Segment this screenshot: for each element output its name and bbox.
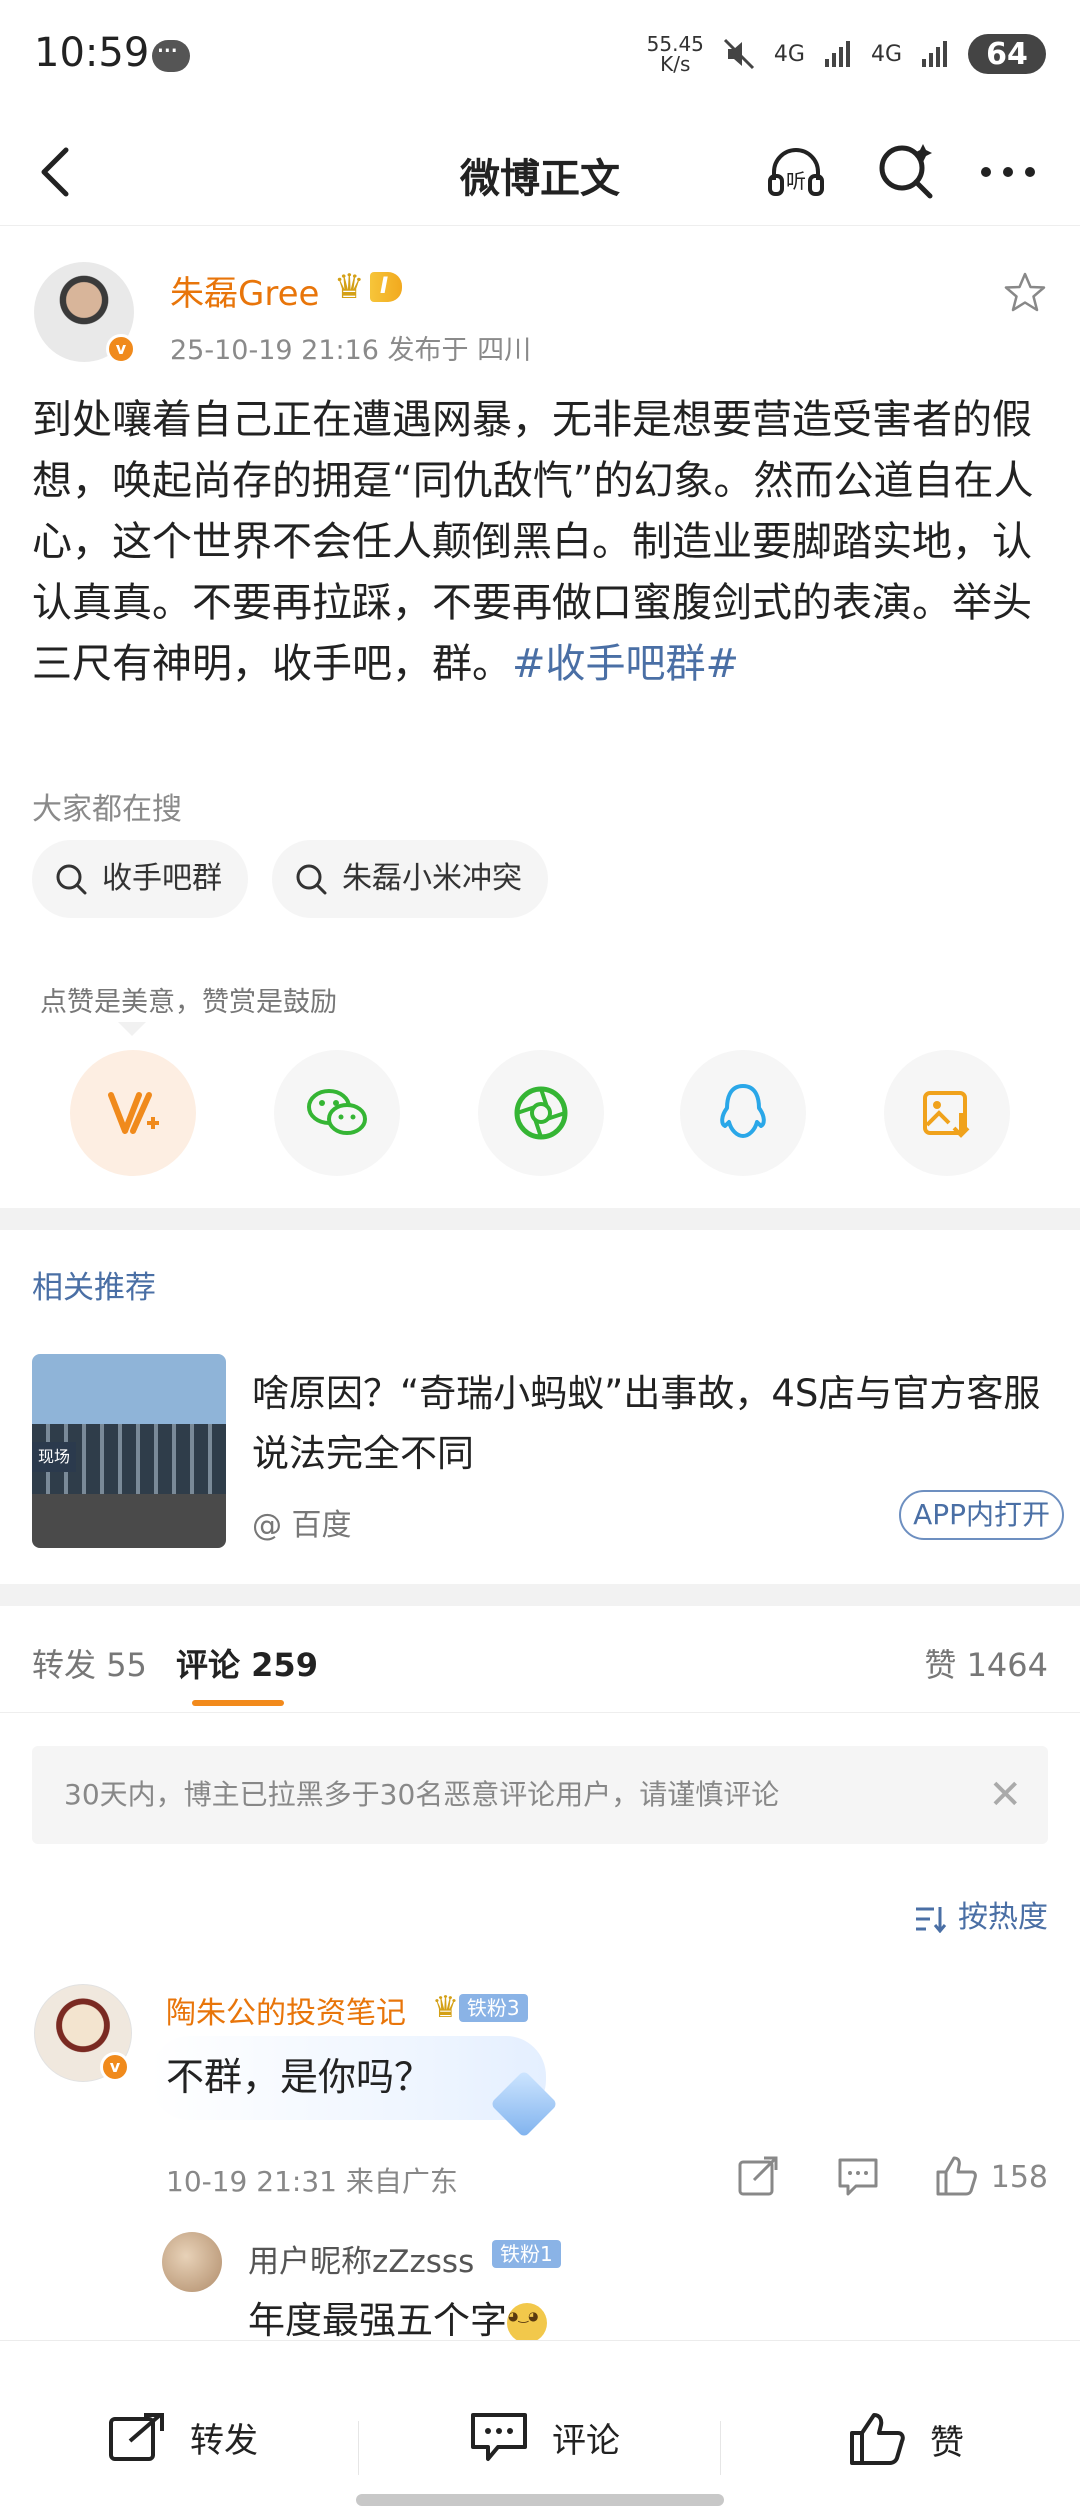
save-image-button[interactable] <box>884 1050 1010 1176</box>
comment-icon <box>471 2413 527 2461</box>
comment-like-count: 158 <box>990 2160 1048 2195</box>
comment-meta: 10-19 21:31 来自广东 <box>166 2165 458 2198</box>
share-wechat-button[interactable] <box>274 1050 400 1176</box>
post-content: 到处嚷着自己正在遭遇网暴，无非是想要营造受害者的假想，唤起尚存的拥趸“同仇敌忾”… <box>32 390 1042 695</box>
reply-text[interactable]: 年度最强五个字 <box>248 2290 547 2344</box>
bottom-separator <box>358 2421 359 2475</box>
verified-badge-icon: v <box>106 334 136 364</box>
signal-bars-2-icon <box>922 41 947 67</box>
tab-likes[interactable]: 赞 1464 <box>924 1640 1048 1686</box>
signal-1-label: 4G <box>773 41 805 67</box>
listen-headphones-icon[interactable]: 听 <box>764 140 828 204</box>
verified-badge-icon: v <box>100 2052 130 2082</box>
like-comment-icon[interactable] <box>934 2154 978 2198</box>
member-level-badge[interactable]: ♛ I <box>334 268 403 306</box>
search-chip-label: 朱磊小米冲突 <box>342 861 522 896</box>
reply-comment-icon[interactable] <box>836 2154 880 2198</box>
top-nav-bar: 微博正文 听 <box>0 118 1080 226</box>
moments-icon <box>514 1086 568 1140</box>
hashtag-link[interactable]: #收手吧群# <box>512 641 739 687</box>
home-indicator[interactable] <box>356 2494 724 2506</box>
share-comment-icon[interactable] <box>736 2154 780 2198</box>
svg-text:听: 听 <box>786 169 806 193</box>
share-moments-button[interactable] <box>478 1050 604 1176</box>
close-icon[interactable]: ✕ <box>988 1746 1022 1844</box>
search-chip-label: 收手吧群 <box>102 861 222 896</box>
mute-icon <box>723 38 754 70</box>
net-speed: 55.45 K/s <box>646 32 704 76</box>
like-label: 赞 <box>930 2422 964 2463</box>
fan-badge[interactable]: ♛ 铁粉3 <box>432 1990 528 2025</box>
section-divider <box>0 1208 1080 1230</box>
battery-indicator: 64 <box>968 34 1046 74</box>
qq-icon <box>720 1084 766 1138</box>
bottom-action-bar: 转发 评论 赞 <box>0 2340 1080 2520</box>
search-chip-1[interactable]: 收手吧群 <box>32 840 248 918</box>
status-time: 10:59 <box>34 30 150 76</box>
search-icon <box>296 864 327 895</box>
comment-text[interactable]: 不群，是你吗？ <box>166 2046 432 2101</box>
related-source: @ 百度 <box>252 1508 352 1543</box>
tab-repost[interactable]: 转发 55 <box>32 1640 147 1686</box>
signal-bars-1-icon <box>824 41 850 67</box>
sort-by-hot-button[interactable]: 按热度 <box>914 1892 1048 1936</box>
repost-label: 转发 <box>190 2420 258 2461</box>
fan-badge-text: 铁粉3 <box>458 1993 528 2022</box>
tab-divider <box>0 1712 1080 1713</box>
tab-comments[interactable]: 评论 259 <box>176 1640 318 1686</box>
share-row <box>0 1050 1080 1180</box>
search-chip-2[interactable]: 朱磊小米冲突 <box>272 840 548 918</box>
author-name[interactable]: 朱磊Gree <box>170 266 319 315</box>
related-headline[interactable]: 啥原因？“奇瑞小蚂蚁”出事故，4S店与官方客服说法完全不同 <box>252 1364 1062 1484</box>
wechat-icon <box>307 1089 367 1135</box>
notice-text: 30天内，博主已拉黑多于30名恶意评论用户，请谨慎评论 <box>64 1778 780 1811</box>
signal-2-label: 4G <box>870 41 902 67</box>
reply-avatar[interactable] <box>162 2232 222 2292</box>
bottom-separator <box>720 2421 721 2475</box>
comment-notice: 30天内，博主已拉黑多于30名恶意评论用户，请谨慎评论 ✕ <box>32 1746 1048 1844</box>
save-image-icon <box>923 1091 970 1138</box>
search-icon <box>56 864 87 895</box>
doge-emoji-icon <box>507 2302 547 2343</box>
like-button[interactable]: 赞 <box>848 2411 964 2467</box>
favorite-star-icon[interactable] <box>1002 270 1048 316</box>
active-tab-indicator <box>192 1700 284 1706</box>
crown-icon: ♛ <box>432 1990 459 2025</box>
battery-level: 64 <box>986 36 1028 72</box>
commenter-name[interactable]: 陶朱公的投资笔记 <box>166 1988 406 2032</box>
message-notification-icon <box>152 34 190 72</box>
reward-tip: 点赞是美意，赞赏是鼓励 <box>40 987 337 1018</box>
status-bar: 10:59 55.45 K/s 4G 4G 64 <box>0 0 1080 118</box>
share-qq-button[interactable] <box>680 1050 806 1176</box>
open-in-app-button[interactable]: APP内打开 <box>899 1490 1064 1540</box>
comment-label: 评论 <box>552 2420 620 2461</box>
status-right: 55.45 K/s 4G 4G 64 <box>647 34 1046 74</box>
interaction-tabs: 转发 55 评论 259 赞 1464 <box>0 1640 1080 1720</box>
related-thumbnail[interactable]: 现场 <box>32 1354 226 1548</box>
thumbnail-sign: 现场 <box>32 1442 76 1472</box>
sort-label: 按热度 <box>958 1900 1048 1935</box>
repost-icon <box>109 2413 164 2461</box>
reply-fan-badge[interactable]: 铁粉1 <box>492 2240 561 2268</box>
post-meta: 25-10-19 21:16 发布于 四川 <box>170 335 532 366</box>
repost-button[interactable]: 转发 <box>108 2411 258 2463</box>
section-divider <box>0 1584 1080 1606</box>
tip-pointer <box>118 1022 146 1036</box>
reply-user-name[interactable]: 用户昵称zZzsss <box>248 2236 474 2281</box>
search-icon[interactable] <box>874 140 938 204</box>
reward-button[interactable] <box>70 1050 196 1176</box>
hot-search-title: 大家都在搜 <box>32 792 182 827</box>
related-title: 相关推荐 <box>32 1270 156 1306</box>
like-icon <box>850 2413 905 2465</box>
comment-button[interactable]: 评论 <box>470 2411 620 2463</box>
reward-icon <box>108 1092 159 1134</box>
sort-icon <box>916 1906 947 1933</box>
more-options-icon[interactable] <box>976 140 1040 204</box>
member-level-text: I <box>370 272 403 302</box>
